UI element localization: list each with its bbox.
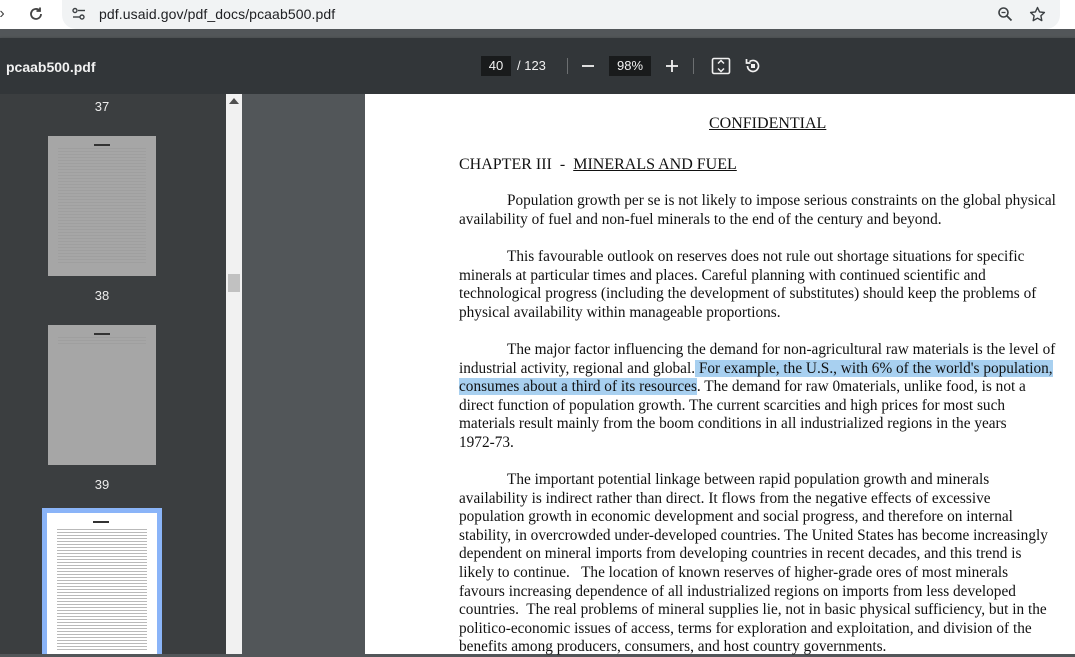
url-text[interactable]: pdf.usaid.gov/pdf_docs/pcaab500.pdf <box>99 6 335 22</box>
reload-icon[interactable] <box>26 4 46 24</box>
text-line: population growth in economic developmen… <box>459 508 1013 526</box>
page-number-input[interactable]: 40 <box>481 56 511 76</box>
highlighted-text[interactable]: For example, the U.S., with 6% of the wo… <box>695 359 1053 377</box>
thumbnail-heading <box>94 333 110 335</box>
text-line: countries. The real problems of mineral … <box>459 601 1047 619</box>
fit-to-page-button[interactable] <box>709 54 733 78</box>
zoom-out-button[interactable] <box>576 54 600 78</box>
fit-page-icon <box>711 57 731 75</box>
text-line: materials result mainly from the boom co… <box>459 415 1007 433</box>
scrollbar-thumb[interactable] <box>228 274 240 292</box>
text-line: benefits among producers, consumers, and… <box>459 638 887 656</box>
chapter-heading: CHAPTER III - MINERALS AND FUEL <box>459 156 737 174</box>
pdf-page: CONFIDENTIAL CHAPTER III - MINERALS AND … <box>365 94 1075 657</box>
thumbnail-text-lines <box>58 337 146 345</box>
thumbnail-label: 39 <box>94 477 110 492</box>
text-line: This favourable outlook on reserves does… <box>507 248 1025 265</box>
thumbnail-label: 38 <box>94 288 110 303</box>
thumbnail-heading <box>93 521 109 523</box>
thumbnail-page-40-current[interactable] <box>42 508 162 654</box>
page-total: / 123 <box>517 58 546 73</box>
address-bar[interactable]: pdf.usaid.gov/pdf_docs/pcaab500.pdf <box>62 0 1060 29</box>
thumbnail-sidebar: 37 38 39 <box>0 94 226 654</box>
zoom-magnifier-icon[interactable] <box>996 4 1014 24</box>
text-line: The important potential linkage between … <box>507 471 990 488</box>
zoom-level-input[interactable]: 98% <box>609 56 651 76</box>
text-line: favours increasing dependence of all ind… <box>459 582 1016 600</box>
thumbnail-label: 37 <box>94 99 110 114</box>
text-line: availability is indirect rather than dir… <box>459 489 991 507</box>
thumbnail-heading <box>94 144 110 146</box>
toolbar-divider <box>693 58 694 74</box>
paragraph: The important potential linkage between … <box>459 471 1073 657</box>
toolbar-divider <box>567 58 568 74</box>
text-line: consumes about a third of its resources.… <box>459 378 1073 397</box>
pdf-toolbar: pcaab500.pdf 40 / 123 98% <box>0 38 1075 94</box>
text-line: politico-economic issues of access, term… <box>459 619 1032 637</box>
text-line: technological progress (including the de… <box>459 285 1037 303</box>
text-line: industrial activity, regional and global… <box>459 359 1073 379</box>
sidebar-scrollbar[interactable] <box>226 94 242 654</box>
thumbnail-page-39[interactable] <box>48 325 156 465</box>
text-line: stability, in overcrowded under-develope… <box>459 526 1048 544</box>
pdf-viewer: CONFIDENTIAL CHAPTER III - MINERALS AND … <box>242 94 1075 657</box>
paragraph: Population growth per se is not likely t… <box>459 192 1073 229</box>
zoom-in-button[interactable] <box>660 54 684 78</box>
rotate-button[interactable] <box>741 54 765 78</box>
thumbnail-text-lines <box>58 148 146 264</box>
text-line: likely to continue. The location of know… <box>459 563 1009 581</box>
plus-icon <box>666 60 678 72</box>
text-line: dependent on mineral imports from develo… <box>459 545 1022 563</box>
thumbnail-text-lines <box>57 529 147 651</box>
highlighted-text[interactable]: consumes about a third of its resources <box>459 378 697 396</box>
text-line: availability of fuel and non-fuel minera… <box>459 210 942 228</box>
paragraph: This favourable outlook on reserves does… <box>459 248 1073 322</box>
text-line: direct function of population growth. Th… <box>459 396 1006 414</box>
text-line: minerals at particular times and places.… <box>459 266 986 284</box>
text-segment: industrial activity, regional and global… <box>459 359 696 377</box>
rotate-counterclockwise-icon <box>745 59 760 73</box>
forward-arrow-icon[interactable]: › <box>0 4 12 24</box>
site-info-icon[interactable] <box>71 7 87 21</box>
text-line: 1972-73. <box>459 433 514 451</box>
paragraph: The major factor influencing the demand … <box>459 341 1073 453</box>
text-line: physical availability within manageable … <box>459 303 781 321</box>
confidential-header: CONFIDENTIAL <box>709 115 827 132</box>
minus-icon <box>582 65 594 67</box>
text-line: The major factor influencing the demand … <box>507 341 1056 358</box>
bookmark-star-icon[interactable] <box>1028 4 1046 24</box>
document-title: pcaab500.pdf <box>6 59 96 75</box>
text-segment: . The demand for raw 0materials, unlike … <box>696 378 1026 396</box>
chapter-prefix: CHAPTER III - <box>459 156 574 173</box>
chapter-title: MINERALS AND FUEL <box>573 156 737 173</box>
thumbnail-page-38[interactable] <box>48 136 156 276</box>
text-line: Population growth per se is not likely t… <box>507 192 1056 209</box>
browser-toolbar: › pdf.usaid.gov/pdf_docs/pcaab500.pdf <box>0 0 1075 29</box>
scroll-up-arrow-icon[interactable] <box>229 98 239 104</box>
